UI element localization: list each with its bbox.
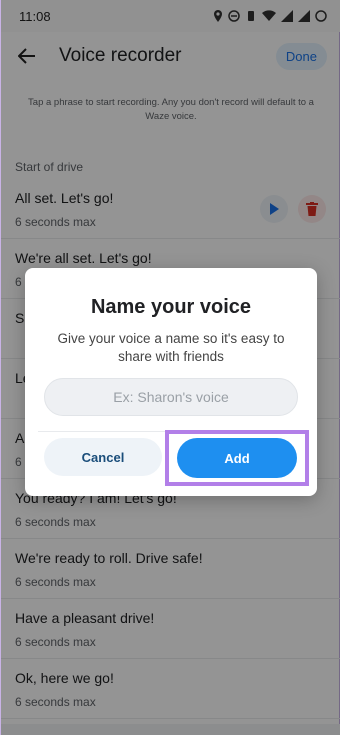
voice-name-input[interactable]: Ex: Sharon's voice [44, 378, 298, 416]
dialog-message: Give your voice a name so it's easy to s… [57, 331, 285, 364]
dialog-title: Name your voice [90, 296, 252, 318]
cancel-button[interactable]: Cancel [44, 438, 162, 476]
add-button[interactable]: Add [177, 438, 297, 478]
app-frame: 11:08 Voice recorder Done Tap a phrase t… [0, 0, 340, 735]
